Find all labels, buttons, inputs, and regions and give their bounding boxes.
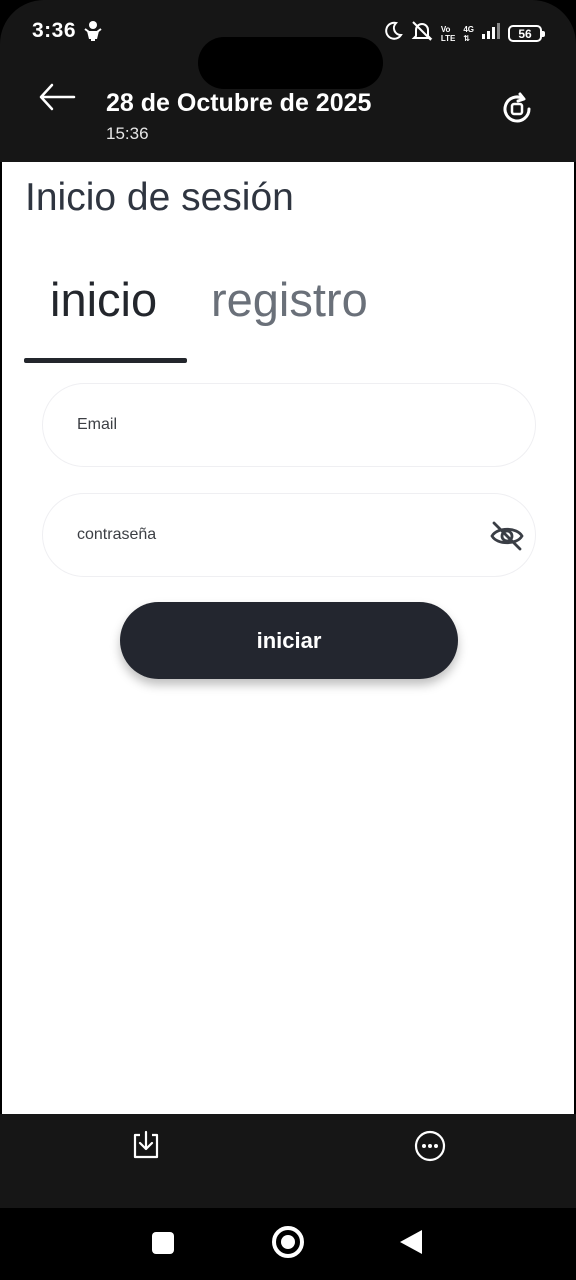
battery-level: 56	[518, 26, 532, 41]
volte-bottom: LTE	[440, 33, 456, 43]
home-button[interactable]	[272, 1226, 304, 1258]
bottom-toolbar	[0, 1114, 576, 1208]
data-arrows-icon: ⇅	[463, 33, 471, 43]
login-button[interactable]: iniciar	[120, 602, 458, 679]
bell-off-icon	[411, 20, 433, 47]
password-input[interactable]	[77, 494, 477, 576]
back-button[interactable]	[38, 80, 78, 114]
eye-off-icon	[489, 521, 525, 558]
notification-app-icon	[84, 20, 102, 47]
network-4g-indicator: 4G ⇅	[463, 25, 474, 43]
password-field	[42, 493, 536, 577]
tab-inicio[interactable]: inicio	[50, 272, 157, 327]
arrow-left-icon	[38, 83, 76, 118]
active-tab-indicator	[24, 358, 187, 363]
header-subtitle: 15:36	[106, 124, 149, 143]
auth-tabs: inicio registro	[24, 272, 554, 367]
toggle-password-visibility-button[interactable]	[489, 518, 525, 554]
email-field	[42, 383, 536, 467]
network-type: 4G	[463, 24, 474, 34]
do-not-disturb-moon-icon	[383, 21, 403, 46]
volte-indicator: Vo LTE	[441, 25, 456, 43]
phone-screen: 3:36 Vo LTE 4G ⇅ 56 28 de Octubre de 202…	[0, 0, 576, 1280]
signal-bars-icon	[482, 23, 500, 44]
login-content: Inicio de sesión inicio registro ini	[2, 162, 574, 1114]
rotate-screen-button[interactable]	[499, 91, 535, 127]
header-title: 28 de Octubre de 2025	[106, 89, 372, 117]
recent-apps-button[interactable]	[152, 1232, 174, 1254]
email-input[interactable]	[77, 384, 477, 466]
system-navigation-bar	[0, 1208, 576, 1280]
download-icon	[130, 1130, 162, 1165]
system-back-button[interactable]	[400, 1230, 422, 1254]
download-button[interactable]	[130, 1129, 162, 1161]
camera-cutout	[198, 37, 383, 89]
page-title: Inicio de sesión	[25, 176, 294, 219]
status-indicators: Vo LTE 4G ⇅ 56	[383, 20, 545, 47]
battery-icon: 56	[508, 25, 545, 42]
tab-registro[interactable]: registro	[211, 272, 368, 327]
status-time: 3:36	[32, 19, 77, 42]
screen-rotate-icon	[499, 92, 535, 131]
more-options-button[interactable]	[413, 1129, 447, 1163]
volte-top: Vo	[440, 24, 451, 34]
more-horizontal-icon	[413, 1130, 447, 1167]
